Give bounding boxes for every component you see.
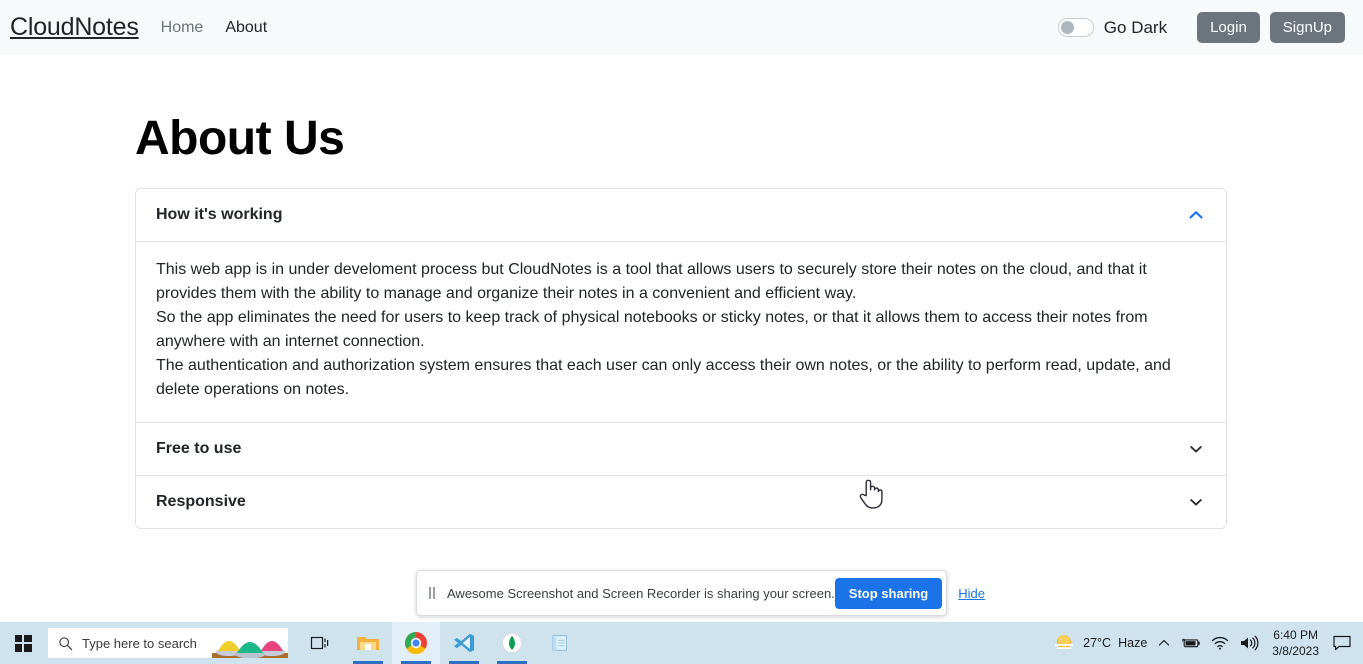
- windows-taskbar: Type here to search 27°C Haze 6:40 PM 3/…: [0, 622, 1363, 664]
- toggle-switch-icon[interactable]: [1057, 18, 1094, 37]
- file-explorer-icon[interactable]: [344, 622, 392, 664]
- theme-toggle-label: Go Dark: [1103, 17, 1168, 37]
- hide-link[interactable]: Hide: [958, 586, 985, 601]
- weather-temperature: 27°C: [1083, 636, 1112, 650]
- taskbar-clock[interactable]: 6:40 PM 3/8/2023: [1264, 627, 1327, 659]
- windows-logo: [14, 634, 32, 652]
- taskbar-apps: [296, 622, 584, 664]
- nav-link-home[interactable]: Home: [161, 19, 204, 37]
- haze-sun-icon: [1055, 635, 1074, 649]
- page-content: About Us How it's working This web app i…: [0, 55, 1363, 529]
- weather-widget[interactable]: 27°C Haze: [1047, 622, 1152, 664]
- nav-link-about[interactable]: About: [225, 19, 267, 37]
- volume-icon[interactable]: [1234, 622, 1264, 664]
- clock-date: 3/8/2023: [1272, 644, 1319, 658]
- sharing-message: Awesome Screenshot and Screen Recorder i…: [447, 585, 835, 601]
- accordion: How it's working This web app is in unde…: [135, 187, 1227, 529]
- weather-condition: Haze: [1118, 636, 1148, 650]
- signup-button[interactable]: SignUp: [1269, 12, 1345, 43]
- accordion-body-how-its-working: This web app is in under develoment proc…: [136, 240, 1226, 422]
- login-button[interactable]: Login: [1197, 12, 1260, 43]
- page-title: About Us: [135, 112, 345, 165]
- toggle-knob: [1060, 21, 1074, 34]
- accordion-header-free-to-use[interactable]: Free to use: [136, 422, 1226, 475]
- search-icon: [59, 636, 73, 650]
- nav-links: Home About: [161, 19, 268, 37]
- navbar-right: Go Dark Login SignUp: [1057, 12, 1345, 43]
- vs-code-icon[interactable]: [440, 622, 488, 664]
- navbar: CloudNotes Home About Go Dark Login Sign…: [0, 0, 1363, 55]
- battery-icon[interactable]: [1176, 622, 1206, 664]
- stop-sharing-button[interactable]: Stop sharing: [834, 577, 943, 609]
- accordion-header-how-its-working[interactable]: How it's working: [136, 188, 1226, 241]
- google-chrome-icon[interactable]: [392, 622, 440, 664]
- theme-toggle[interactable]: Go Dark: [1057, 17, 1168, 38]
- notepad-icon[interactable]: [536, 622, 584, 664]
- chevron-up-icon[interactable]: [1186, 205, 1206, 225]
- chevron-down-icon[interactable]: [1186, 439, 1206, 459]
- mongodb-compass-icon[interactable]: [488, 622, 536, 664]
- search-placeholder: Type here to search: [82, 635, 197, 651]
- search-input[interactable]: Type here to search: [48, 628, 288, 658]
- task-view-icon[interactable]: [296, 622, 344, 664]
- chevron-up-icon: [1159, 640, 1170, 646]
- tray-overflow-button[interactable]: [1152, 622, 1176, 664]
- accordion-title: Free to use: [156, 439, 242, 457]
- accordion-paragraph: The authentication and authorization sys…: [156, 356, 1171, 398]
- chevron-down-icon[interactable]: [1186, 492, 1206, 512]
- accordion-item-free-to-use: Free to use: [136, 421, 1226, 475]
- wifi-icon[interactable]: [1206, 622, 1234, 664]
- system-tray: 27°C Haze 6:40 PM 3/8/2023: [1047, 622, 1363, 664]
- screen-sharing-bar: Awesome Screenshot and Screen Recorder i…: [416, 570, 985, 616]
- accordion-title: How it's working: [156, 205, 283, 223]
- windows-start-icon[interactable]: [0, 622, 46, 664]
- notification-icon[interactable]: [1327, 622, 1357, 664]
- pause-icon: [429, 587, 435, 599]
- accordion-header-responsive[interactable]: Responsive: [136, 475, 1226, 528]
- accordion-item-how-its-working: How it's working This web app is in unde…: [136, 188, 1226, 422]
- accordion-item-responsive: Responsive: [136, 474, 1226, 528]
- content-container: About Us How it's working This web app i…: [135, 112, 1227, 529]
- accordion-paragraph: This web app is in under develoment proc…: [156, 260, 1147, 302]
- accordion-title: Responsive: [156, 492, 246, 510]
- browser-page: CloudNotes Home About Go Dark Login Sign…: [0, 0, 1363, 622]
- accordion-paragraph: So the app eliminates the need for users…: [156, 308, 1148, 350]
- clock-time: 6:40 PM: [1273, 627, 1318, 642]
- holi-colors-icon: [212, 641, 288, 658]
- brand-logo[interactable]: CloudNotes: [10, 13, 139, 42]
